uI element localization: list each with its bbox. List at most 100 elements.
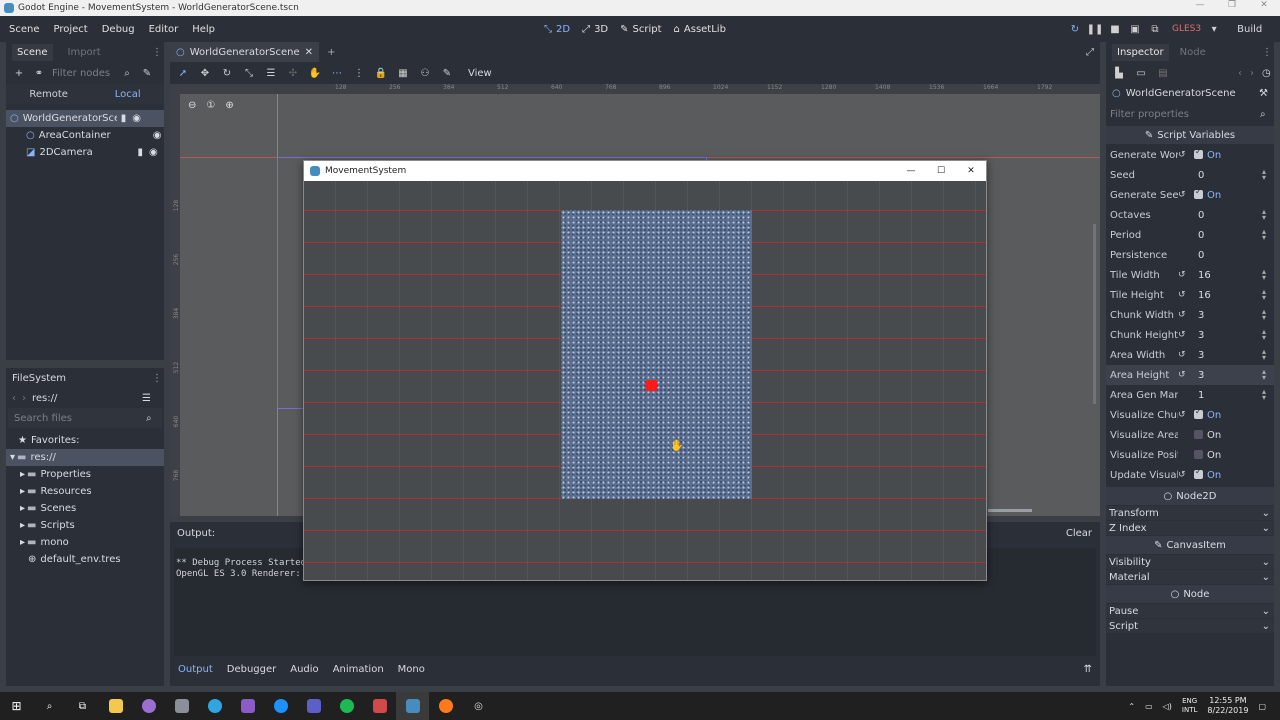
property-row[interactable]: Area Gen Margi 1 ▴▾ <box>1106 385 1274 405</box>
discord-icon[interactable] <box>363 692 396 720</box>
filter-properties-input[interactable]: Filter properties <box>1110 109 1260 120</box>
telegram-icon[interactable] <box>198 692 231 720</box>
scale-tool-icon[interactable]: ⤡ <box>242 66 256 80</box>
group-transform[interactable]: Transform ⌄ <box>1106 506 1274 520</box>
move-tool-icon[interactable]: ✥ <box>198 66 212 80</box>
clear-button[interactable]: Clear <box>1066 528 1092 539</box>
renderer-label[interactable]: GLES3 <box>1172 24 1201 34</box>
checkbox-icon[interactable] <box>1194 147 1203 159</box>
mode-assetlib-button[interactable]: ⌂ AssetLib <box>668 24 732 35</box>
property-value[interactable]: 0 <box>1198 210 1204 221</box>
start-windows-icon[interactable]: ⊞ <box>0 692 33 720</box>
teams-icon[interactable] <box>297 692 330 720</box>
property-row[interactable]: Octaves 0 ▴ ▾ <box>1106 205 1274 225</box>
history-icon[interactable]: ◷ <box>1262 68 1271 79</box>
pose-icon[interactable]: ✎ <box>440 66 454 80</box>
tab-scene[interactable]: Scene <box>12 43 53 61</box>
filter-nodes-input[interactable]: Filter nodes <box>52 68 114 79</box>
section-script-variables[interactable]: ✎ Script Variables <box>1106 126 1274 144</box>
game-canvas[interactable]: ✋ <box>304 181 986 580</box>
tree-node[interactable]: ◪ 2DCamera ▮ ◉ <box>6 144 164 161</box>
spinner-arrows-icon[interactable]: ▴ ▾ <box>1262 368 1266 382</box>
group-icon[interactable]: ▦ <box>396 66 410 80</box>
spinner-arrows-icon[interactable]: ▴ ▾ <box>1262 168 1266 182</box>
pivot-tool-icon[interactable]: ✣ <box>286 66 300 80</box>
property-row[interactable]: Tile Height ↺ 16 ▴ ▾ <box>1106 285 1274 305</box>
minimize-icon[interactable]: — <box>896 166 926 176</box>
property-value[interactable]: 1 <box>1198 390 1204 401</box>
mode-3d-button[interactable]: ⤢ 3D <box>576 24 614 35</box>
distraction-free-icon[interactable]: ⤢ <box>1086 47 1094 58</box>
maximize-icon[interactable]: ☐ <box>926 166 956 176</box>
checkbox-icon[interactable] <box>1194 407 1203 419</box>
spinner-arrows-icon[interactable]: ▴ ▾ <box>1262 308 1266 322</box>
pan-tool-icon[interactable]: ✋ <box>308 66 322 80</box>
close-icon[interactable]: ✕ <box>1248 0 1280 10</box>
language-indicator[interactable]: ENG INTL <box>1182 697 1197 715</box>
checkbox-icon[interactable] <box>1194 430 1203 439</box>
game-window[interactable]: MovementSystem — ☐ ✕ ✋ <box>303 160 987 581</box>
favorites-item[interactable]: ★ Favorites: <box>6 432 164 449</box>
history-forward-icon[interactable]: › <box>1250 68 1254 79</box>
viewport-scrollbar[interactable] <box>1093 224 1096 404</box>
checkbox-icon[interactable] <box>1194 450 1203 459</box>
volume-icon[interactable]: ◁) <box>1163 702 1172 711</box>
property-row[interactable]: Chunk Width ↺ 3 ▴ ▾ <box>1106 305 1274 325</box>
forward-icon[interactable]: › <box>22 393 26 404</box>
property-value[interactable]: 0 <box>1198 250 1204 261</box>
property-value[interactable]: On <box>1194 430 1221 441</box>
github-icon[interactable]: ◎ <box>462 692 495 720</box>
property-row[interactable]: Visualize Area Bo On <box>1106 425 1274 445</box>
clock[interactable]: 12:55 PM 8/22/2019 <box>1207 696 1248 716</box>
add-node-icon[interactable]: + <box>12 66 26 80</box>
script-attach-icon[interactable]: ✎ <box>140 66 154 80</box>
property-row[interactable]: Generate Seed↺ On <box>1106 185 1274 205</box>
revert-icon[interactable]: ↺ <box>1178 190 1186 200</box>
list-select-icon[interactable]: ☰ <box>264 66 278 80</box>
tab-node[interactable]: Node <box>1175 44 1211 61</box>
visibility-eye-icon[interactable]: ◉ <box>153 130 162 141</box>
property-value[interactable]: 0 <box>1198 230 1204 241</box>
play-scene-icon[interactable]: ▣ <box>1128 22 1142 36</box>
spinner-arrows-icon[interactable]: ▴ ▾ <box>1262 268 1266 282</box>
dock-menu-icon[interactable]: ⋮ <box>152 47 162 58</box>
property-row[interactable]: Generate Worl↺ On <box>1106 145 1274 165</box>
visibility-eye-icon[interactable]: ◉ <box>149 147 158 158</box>
property-value[interactable]: 3 <box>1198 330 1204 341</box>
property-row[interactable]: Area Width ↺ 3 ▴ ▾ <box>1106 345 1274 365</box>
visual-studio-icon[interactable] <box>231 692 264 720</box>
local-button[interactable]: Local <box>115 89 141 100</box>
spinner-arrows-icon[interactable]: ▴ ▾ <box>1262 328 1266 342</box>
property-row[interactable]: Seed 0 ▴ ▾ <box>1106 165 1274 185</box>
add-scene-tab-icon[interactable]: + <box>327 47 335 58</box>
minimize-icon[interactable]: — <box>1184 0 1216 10</box>
firefox-icon[interactable] <box>429 692 462 720</box>
file-item[interactable]: ⊕ default_env.tres <box>6 551 164 568</box>
property-value[interactable]: On <box>1194 450 1221 461</box>
property-value[interactable]: 16 <box>1198 270 1211 281</box>
property-value[interactable]: On <box>1194 467 1221 481</box>
revert-icon[interactable]: ↺ <box>1178 470 1186 480</box>
viewport-hscrollbar[interactable] <box>988 509 1032 512</box>
maximize-icon[interactable]: ❐ <box>1216 0 1248 10</box>
res-root-item[interactable]: ▾ ▬ res:// <box>6 449 164 466</box>
pause-icon[interactable]: ❚❚ <box>1087 22 1104 36</box>
search-icon[interactable]: ⌕ <box>33 692 66 720</box>
rotate-tool-icon[interactable]: ↻ <box>220 66 234 80</box>
tab-import[interactable]: Import <box>63 44 106 61</box>
folder-item[interactable]: ▸ ▬ mono <box>6 534 164 551</box>
section-node[interactable]: ○ Node <box>1106 585 1274 603</box>
search-files-input[interactable]: Search files <box>14 413 146 424</box>
property-value[interactable]: 0 <box>1198 170 1204 181</box>
zoom-in-icon[interactable]: ⊕ <box>225 100 233 111</box>
new-resource-icon[interactable]: ▙ <box>1112 66 1126 80</box>
folder-item[interactable]: ▸ ▬ Scenes <box>6 500 164 517</box>
history-back-icon[interactable]: ‹ <box>1238 68 1242 79</box>
group-script[interactable]: Script ⌄ <box>1106 619 1274 633</box>
property-row[interactable]: Chunk Height ↺ 3 ▴ ▾ <box>1106 325 1274 345</box>
tree-node[interactable]: ○ WorldGeneratorScen ▮ ◉ <box>6 110 164 127</box>
menu-help[interactable]: Help <box>185 24 222 35</box>
revert-icon[interactable]: ↺ <box>1178 310 1186 320</box>
snap-icon[interactable]: ⋯ <box>330 66 344 80</box>
scene-tab[interactable]: ○ WorldGeneratorScene ✕ <box>170 42 320 62</box>
